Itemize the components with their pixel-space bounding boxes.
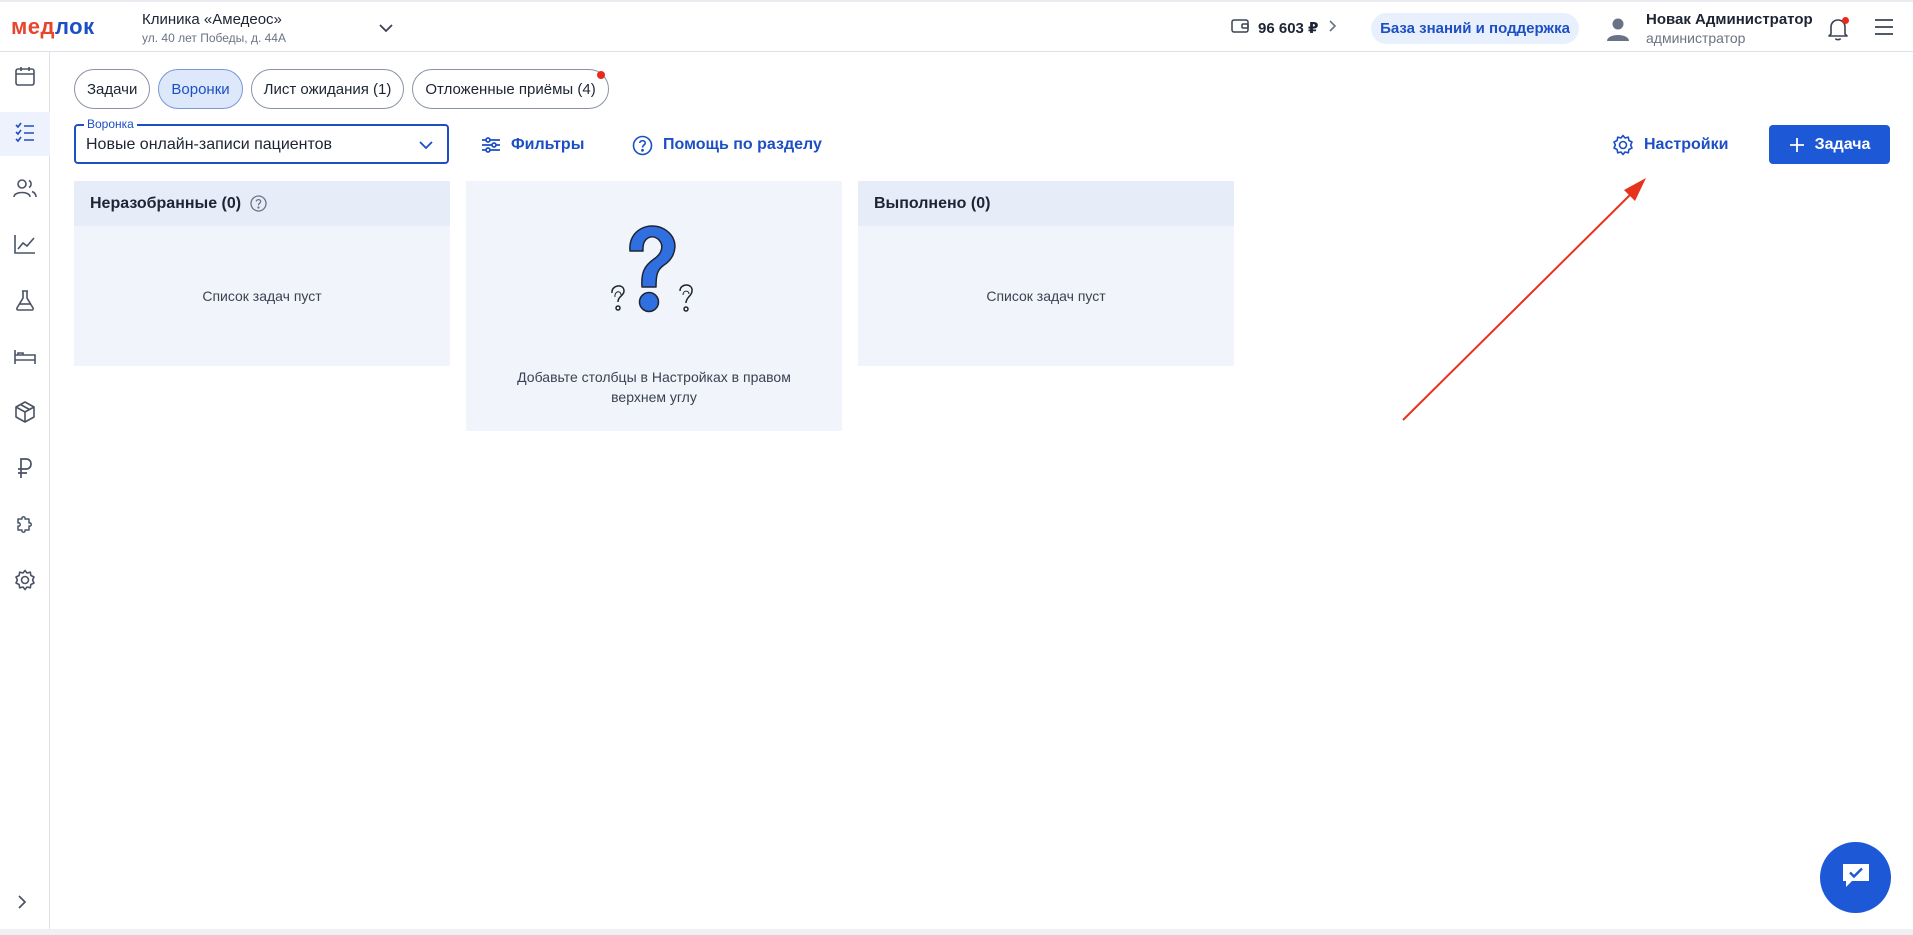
balance-widget[interactable]: 96 603 ₽ bbox=[1231, 16, 1338, 40]
clinic-address: ул. 40 лет Победы, д. 44А bbox=[142, 31, 286, 45]
sidebar-item-schedule[interactable] bbox=[0, 56, 50, 100]
clinic-name: Клиника «Амедеос» bbox=[142, 11, 282, 28]
funnel-column-unsorted: Неразобранные (0) Список задач пуст bbox=[74, 181, 450, 366]
notification-dot bbox=[596, 71, 605, 79]
column-header: Выполнено (0) bbox=[858, 181, 1234, 226]
column-empty-text: Список задач пуст bbox=[986, 288, 1106, 304]
placeholder-text: Добавьте столбцы в Настройках в правом в… bbox=[517, 369, 791, 405]
column-header: Неразобранные (0) bbox=[74, 181, 450, 226]
tab-postponed-appointments[interactable]: Отложенные приёмы (4) bbox=[412, 69, 609, 109]
sidebar-item-laboratory[interactable] bbox=[0, 280, 50, 324]
settings-gear-icon bbox=[14, 569, 36, 596]
tab-waiting-list[interactable]: Лист ожидания (1) bbox=[250, 69, 405, 109]
section-tabs: Задачи Воронки Лист ожидания (1) Отложен… bbox=[74, 69, 609, 109]
section-help-label: Помощь по разделу bbox=[663, 136, 822, 153]
settings-label: Настройки bbox=[1644, 136, 1729, 153]
section-help-button[interactable]: Помощь по разделу bbox=[632, 132, 822, 158]
patients-icon bbox=[13, 177, 37, 204]
settings-button[interactable]: Настройки bbox=[1612, 132, 1728, 158]
medlok-logo[interactable]: медлок bbox=[11, 15, 95, 39]
chevron-right-icon bbox=[1328, 19, 1338, 38]
funnel-column-done: Выполнено (0) Список задач пуст bbox=[858, 181, 1234, 366]
add-columns-placeholder: Добавьте столбцы в Настройках в правом в… bbox=[466, 181, 842, 431]
column-title: Неразобранные (0) bbox=[90, 194, 242, 212]
funnel-select[interactable]: Воронка Новые онлайн-записи пациентов bbox=[74, 117, 449, 164]
filters-button[interactable]: Фильтры bbox=[481, 132, 584, 158]
user-avatar-icon[interactable] bbox=[1605, 16, 1631, 47]
clinic-selector[interactable]: Клиника «Амедеос» ул. 40 лет Победы, д. … bbox=[142, 11, 286, 46]
add-task-button[interactable]: Задача bbox=[1769, 125, 1890, 164]
puzzle-icon bbox=[14, 513, 36, 540]
add-task-label: Задача bbox=[1814, 135, 1871, 153]
sidebar-item-settings[interactable] bbox=[0, 560, 50, 604]
notification-dot bbox=[1842, 17, 1849, 24]
sidebar-item-integrations[interactable] bbox=[0, 504, 50, 548]
knowledge-base-button[interactable]: База знаний и поддержка bbox=[1371, 13, 1579, 44]
filters-sliders-icon bbox=[481, 136, 501, 154]
analytics-icon bbox=[13, 233, 37, 260]
sidebar bbox=[0, 52, 50, 930]
notification-bell-icon[interactable] bbox=[1826, 16, 1850, 47]
column-empty-text: Список задач пуст bbox=[202, 288, 322, 304]
sidebar-item-warehouse[interactable] bbox=[0, 392, 50, 436]
sidebar-item-hospital[interactable] bbox=[0, 336, 50, 380]
wallet-icon bbox=[1231, 18, 1249, 39]
sidebar-item-patients[interactable] bbox=[0, 168, 50, 212]
lab-flask-icon bbox=[14, 289, 36, 316]
plus-icon bbox=[1789, 137, 1805, 153]
tab-postponed-label: Отложенные приёмы (4) bbox=[425, 80, 596, 98]
sidebar-expand-icon[interactable] bbox=[12, 892, 32, 917]
tab-tasks[interactable]: Задачи bbox=[74, 69, 151, 109]
user-info[interactable]: Новак Администратор администратор bbox=[1646, 11, 1813, 47]
user-name: Новак Администратор bbox=[1646, 11, 1813, 28]
logo-part-1: мед bbox=[11, 14, 55, 39]
logo-part-2: лок bbox=[54, 14, 95, 39]
top-header: медлок Клиника «Амедеос» ул. 40 лет Побе… bbox=[0, 0, 1913, 52]
calendar-icon bbox=[14, 65, 36, 92]
sidebar-item-analytics[interactable] bbox=[0, 224, 50, 268]
chevron-down-icon[interactable] bbox=[376, 18, 396, 38]
funnel-select-label: Воронка bbox=[84, 117, 137, 131]
bottom-scrollbar-track bbox=[0, 929, 1913, 935]
gear-icon bbox=[1612, 134, 1634, 156]
tab-funnels[interactable]: Воронки bbox=[158, 69, 243, 109]
balance-amount: 96 603 ₽ bbox=[1258, 20, 1319, 37]
task-list-icon bbox=[14, 121, 36, 148]
box-icon bbox=[14, 400, 36, 428]
ruble-icon bbox=[15, 457, 35, 484]
sidebar-item-finance[interactable] bbox=[0, 448, 50, 492]
chat-button[interactable] bbox=[1820, 842, 1891, 913]
funnel-select-value: Новые онлайн-записи пациентов bbox=[86, 136, 333, 153]
question-marks-illustration bbox=[604, 223, 704, 338]
help-circle-icon bbox=[632, 135, 653, 156]
filters-label: Фильтры bbox=[511, 136, 585, 153]
hamburger-menu-icon[interactable] bbox=[1874, 18, 1894, 41]
help-circle-icon[interactable] bbox=[250, 195, 267, 212]
bed-icon bbox=[13, 345, 37, 372]
sidebar-item-tasks[interactable] bbox=[0, 112, 50, 156]
column-title: Выполнено (0) bbox=[874, 194, 991, 212]
user-role: администратор bbox=[1646, 30, 1746, 46]
chat-bubble-icon bbox=[1840, 860, 1872, 895]
chevron-down-icon bbox=[417, 136, 435, 159]
